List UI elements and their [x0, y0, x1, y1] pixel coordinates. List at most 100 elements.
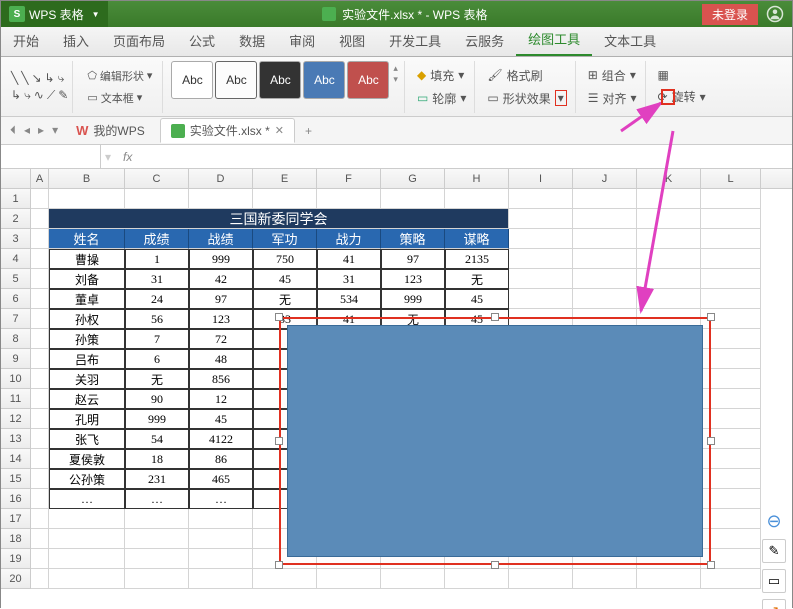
tab-text-tools[interactable]: 文本工具: [592, 25, 668, 56]
format-painter-button[interactable]: 🖌格式刷: [483, 65, 570, 86]
cell[interactable]: 4122: [189, 429, 253, 449]
cell[interactable]: [31, 469, 49, 489]
tab-review[interactable]: 审阅: [277, 25, 327, 56]
row-header[interactable]: 16: [1, 489, 31, 509]
cell[interactable]: [701, 189, 761, 209]
tab-cloud[interactable]: 云服务: [453, 25, 516, 56]
cell[interactable]: [31, 309, 49, 329]
style-preset-4[interactable]: Abc: [303, 61, 345, 99]
resize-handle-nw[interactable]: [275, 313, 283, 321]
cell[interactable]: 谋略: [445, 229, 509, 249]
cell[interactable]: 三国新委同学会: [49, 209, 509, 229]
cell[interactable]: [509, 289, 573, 309]
cell[interactable]: 123: [189, 309, 253, 329]
cell[interactable]: 1: [125, 249, 189, 269]
cell[interactable]: 18: [125, 449, 189, 469]
cell[interactable]: 孔明: [49, 409, 125, 429]
tool-outline[interactable]: ▭: [762, 569, 786, 593]
cell[interactable]: [701, 269, 761, 289]
user-icon[interactable]: [766, 5, 784, 23]
cell[interactable]: [509, 269, 573, 289]
row-header[interactable]: 7: [1, 309, 31, 329]
tool-fill[interactable]: ✎: [762, 539, 786, 563]
cell[interactable]: [509, 229, 573, 249]
cell[interactable]: 999: [381, 289, 445, 309]
spreadsheet-grid[interactable]: ABCDEFGHIJKL 12三国新委同学会3姓名成绩战绩军功战力策略谋略4曹操…: [1, 169, 792, 609]
cell[interactable]: 41: [317, 249, 381, 269]
cell[interactable]: [31, 229, 49, 249]
column-header[interactable]: I: [509, 169, 573, 188]
scribble-icon[interactable]: ✎: [58, 88, 68, 102]
row-header[interactable]: 4: [1, 249, 31, 269]
cell[interactable]: [125, 189, 189, 209]
new-tab-button[interactable]: +: [299, 124, 318, 138]
resize-handle-s[interactable]: [491, 561, 499, 569]
cell[interactable]: [253, 569, 317, 589]
cell[interactable]: 无: [125, 369, 189, 389]
column-header[interactable]: D: [189, 169, 253, 188]
cell[interactable]: [317, 189, 381, 209]
tab-layout[interactable]: 页面布局: [101, 25, 177, 56]
row-header[interactable]: 1: [1, 189, 31, 209]
cell[interactable]: [189, 569, 253, 589]
cell[interactable]: [31, 569, 49, 589]
cell[interactable]: [31, 249, 49, 269]
cell[interactable]: 公孙策: [49, 469, 125, 489]
cell[interactable]: 6: [125, 349, 189, 369]
cell[interactable]: 曹操: [49, 249, 125, 269]
arrow-icon[interactable]: ↘: [31, 71, 41, 85]
login-button[interactable]: 未登录: [702, 4, 758, 25]
cell[interactable]: [189, 509, 253, 529]
resize-handle-ne[interactable]: [707, 313, 715, 321]
cell[interactable]: 吕布: [49, 349, 125, 369]
curve-icon[interactable]: ∿: [34, 88, 44, 102]
row-header[interactable]: 5: [1, 269, 31, 289]
namebox-dropdown-icon[interactable]: ▾: [101, 150, 115, 164]
cell[interactable]: 856: [189, 369, 253, 389]
tab-formula[interactable]: 公式: [177, 25, 227, 56]
doctab-file[interactable]: 实验文件.xlsx * ✕: [160, 118, 295, 143]
cell[interactable]: 750: [253, 249, 317, 269]
cell[interactable]: [31, 289, 49, 309]
cell[interactable]: 7: [125, 329, 189, 349]
tab-data[interactable]: 数据: [227, 25, 277, 56]
cell[interactable]: …: [125, 489, 189, 509]
column-header[interactable]: B: [49, 169, 125, 188]
row-header[interactable]: 18: [1, 529, 31, 549]
cell[interactable]: [49, 189, 125, 209]
cell[interactable]: [637, 209, 701, 229]
row-header[interactable]: 13: [1, 429, 31, 449]
rotate-button[interactable]: ⟳旋转 ▾: [654, 86, 710, 107]
row-header[interactable]: 10: [1, 369, 31, 389]
cell[interactable]: 赵云: [49, 389, 125, 409]
tool-collapse[interactable]: ⊖: [762, 509, 786, 533]
cell[interactable]: 关羽: [49, 369, 125, 389]
style-preset-3[interactable]: Abc: [259, 61, 301, 99]
cell[interactable]: 策略: [381, 229, 445, 249]
cell[interactable]: [31, 269, 49, 289]
cell[interactable]: [125, 509, 189, 529]
cell[interactable]: [189, 549, 253, 569]
cell[interactable]: 无: [445, 269, 509, 289]
cell[interactable]: 姓名: [49, 229, 125, 249]
style-preset-5[interactable]: Abc: [347, 61, 389, 99]
cell[interactable]: 刘备: [49, 269, 125, 289]
style-preset-2[interactable]: Abc: [215, 61, 257, 99]
cell[interactable]: 31: [125, 269, 189, 289]
connector-icon[interactable]: ↳: [11, 88, 21, 102]
nav-first-icon[interactable]: ⏴: [7, 121, 19, 140]
cell[interactable]: 2135: [445, 249, 509, 269]
cell[interactable]: 534: [317, 289, 381, 309]
line-icon[interactable]: ╲: [21, 71, 28, 85]
cell[interactable]: 231: [125, 469, 189, 489]
nav-next-icon[interactable]: ▸: [35, 121, 47, 140]
edit-shape-button[interactable]: ⬠ 编辑形状 ▾: [81, 66, 158, 86]
cell[interactable]: [31, 189, 49, 209]
cell[interactable]: [31, 369, 49, 389]
cell[interactable]: 45: [445, 289, 509, 309]
row-header[interactable]: 12: [1, 409, 31, 429]
tab-drawing-tools[interactable]: 绘图工具: [516, 23, 592, 56]
style-preset-1[interactable]: Abc: [171, 61, 213, 99]
row-header[interactable]: 15: [1, 469, 31, 489]
cell[interactable]: [31, 529, 49, 549]
